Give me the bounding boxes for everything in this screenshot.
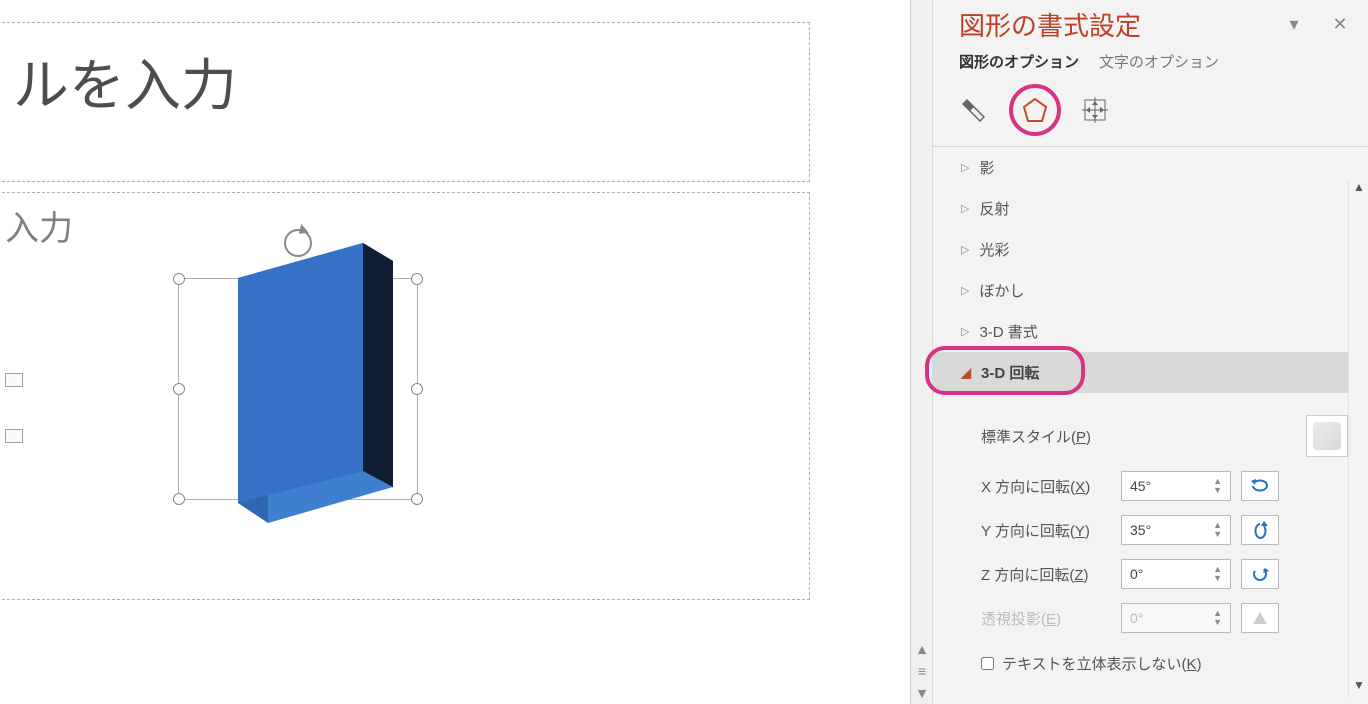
section-label: 光彩 (979, 239, 1009, 260)
slide-canvas: ルを入力 入力 (0, 0, 910, 704)
resize-handle[interactable] (411, 493, 423, 505)
effects-section-list: ▷ 影 ▷ 反射 ▷ 光彩 ▷ ぼかし ▷ 3-D 書式 ◢ 3-D 回転 標準… (933, 146, 1368, 700)
section-label: 3-D 書式 (979, 321, 1037, 342)
scroll-up-icon[interactable]: ▲ (1349, 180, 1368, 200)
size-properties-icon[interactable] (1079, 94, 1111, 126)
shape-selection-bounds[interactable] (178, 278, 418, 500)
x-rotation-value: 45° (1130, 478, 1151, 494)
placeholder-list-icon (5, 429, 23, 443)
section-3d-format[interactable]: ▷ 3-D 書式 (933, 311, 1368, 352)
fill-line-icon[interactable] (959, 94, 991, 126)
category-icon-tabs (933, 82, 1368, 140)
panel-close-button[interactable]: ✕ (1326, 14, 1354, 35)
nav-down-icon[interactable]: ▼ (911, 682, 933, 704)
slide-nav-scrollbar[interactable]: ▲ ≡ ▼ (910, 0, 932, 704)
format-shape-panel: 図形の書式設定 ▾ ✕ 図形のオプション 文字のオプション ▷ 影 ▷ 反射 ▷ (932, 0, 1368, 704)
panel-scrollbar[interactable]: ▲ ▼ (1348, 180, 1368, 698)
stepper-icon[interactable]: ▲▼ (1213, 565, 1222, 583)
resize-handle[interactable] (173, 493, 185, 505)
section-shadow[interactable]: ▷ 影 (933, 147, 1368, 188)
stepper-icon[interactable]: ▲▼ (1213, 477, 1222, 495)
placeholder-list-icon (5, 373, 23, 387)
chevron-right-icon: ▷ (961, 325, 969, 338)
section-reflection[interactable]: ▷ 反射 (933, 188, 1368, 229)
resize-handle[interactable] (292, 493, 304, 505)
perspective-label: 透視投影(E) (981, 608, 1121, 629)
perspective-input: 0° ▲▼ (1121, 603, 1231, 633)
stepper-icon[interactable]: ▲▼ (1213, 521, 1222, 539)
keep-text-flat-checkbox[interactable] (981, 657, 994, 670)
title-text: ルを入力 (13, 54, 237, 117)
y-rotation-value: 35° (1130, 522, 1151, 538)
effects-icon[interactable] (1009, 84, 1061, 136)
rotation-3d-body: 標準スタイル(P) X 方向に回転(X) 45° ▲▼ Y 方向に回転(Y) (933, 393, 1368, 700)
preset-style-label: 標準スタイル(P) (981, 426, 1121, 447)
panel-title: 図形の書式設定 (959, 6, 1141, 43)
resize-handle[interactable] (173, 273, 185, 285)
resize-handle[interactable] (173, 383, 185, 395)
section-3d-rotation[interactable]: ◢ 3-D 回転 (933, 352, 1368, 393)
section-label: 3-D 回転 (981, 362, 1039, 383)
resize-handle[interactable] (292, 273, 304, 285)
section-soft-edges[interactable]: ▷ ぼかし (933, 270, 1368, 311)
rotate-x-left-button[interactable] (1241, 471, 1279, 501)
resize-handle[interactable] (411, 383, 423, 395)
resize-handle[interactable] (411, 273, 423, 285)
chevron-right-icon: ▷ (961, 161, 969, 174)
x-rotation-input[interactable]: 45° ▲▼ (1121, 471, 1231, 501)
preset-style-dropdown[interactable] (1306, 415, 1348, 457)
chevron-right-icon: ▷ (961, 284, 969, 297)
rotate-y-up-button[interactable] (1241, 515, 1279, 545)
y-rotation-input[interactable]: 35° ▲▼ (1121, 515, 1231, 545)
panel-menu-button[interactable]: ▾ (1280, 14, 1308, 35)
z-rotation-input[interactable]: 0° ▲▼ (1121, 559, 1231, 589)
rotate-handle-icon[interactable] (284, 229, 312, 257)
subtitle-text: 入力 (5, 210, 73, 248)
chevron-right-icon: ▷ (961, 243, 969, 256)
stepper-icon: ▲▼ (1213, 609, 1222, 627)
scroll-down-icon[interactable]: ▼ (1349, 678, 1368, 698)
perspective-value: 0° (1130, 610, 1143, 626)
section-label: 影 (979, 157, 994, 178)
section-label: ぼかし (979, 280, 1024, 301)
x-rotation-label: X 方向に回転(X) (981, 476, 1121, 497)
tab-text-options[interactable]: 文字のオプション (1099, 51, 1219, 72)
section-glow[interactable]: ▷ 光彩 (933, 229, 1368, 270)
nav-divider-icon: ≡ (911, 660, 933, 682)
chevron-down-icon: ◢ (961, 365, 971, 381)
z-rotation-value: 0° (1130, 566, 1143, 582)
nav-up-icon[interactable]: ▲ (911, 638, 933, 660)
title-placeholder[interactable]: ルを入力 (0, 22, 810, 182)
chevron-right-icon: ▷ (961, 202, 969, 215)
tab-shape-options[interactable]: 図形のオプション (959, 51, 1079, 72)
perspective-narrow-button (1241, 603, 1279, 633)
section-label: 反射 (979, 198, 1009, 219)
z-rotation-label: Z 方向に回転(Z) (981, 564, 1121, 585)
y-rotation-label: Y 方向に回転(Y) (981, 520, 1121, 541)
rotate-z-cw-button[interactable] (1241, 559, 1279, 589)
keep-text-flat-label: テキストを立体表示しない(K) (1002, 653, 1202, 674)
